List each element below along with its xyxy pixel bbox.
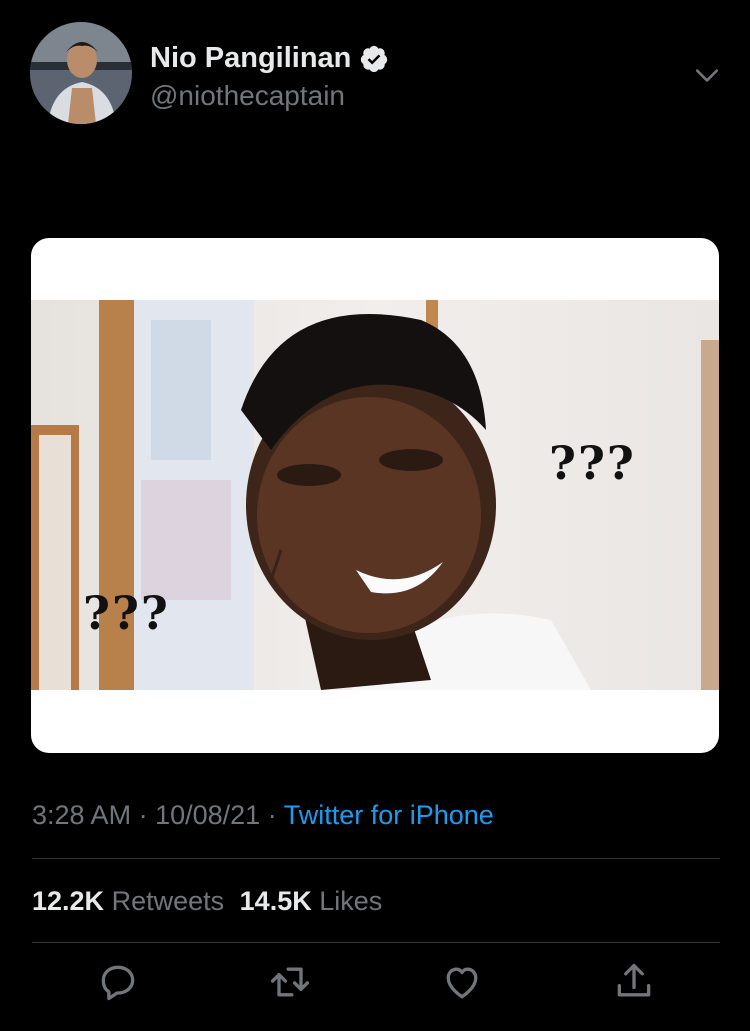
divider <box>32 942 720 943</box>
retweets-count[interactable]: 12.2K <box>32 886 104 916</box>
tweet-time: 3:28 AM <box>32 800 132 830</box>
meta-separator: · <box>138 800 148 830</box>
like-icon[interactable] <box>440 960 484 1004</box>
likes-label[interactable]: Likes <box>319 886 382 916</box>
avatar[interactable] <box>30 22 132 124</box>
name-row: Nio Pangilinan <box>150 42 389 75</box>
retweets-label[interactable]: Retweets <box>112 886 225 916</box>
share-icon[interactable] <box>612 960 656 1004</box>
tweet-source-link[interactable]: Twitter for iPhone <box>284 800 494 830</box>
divider <box>32 858 720 859</box>
tweet-actions <box>0 960 750 1010</box>
tweet-meta: 3:28 AM · 10/08/21 · Twitter for iPhone <box>32 800 494 831</box>
reply-icon[interactable] <box>96 960 140 1004</box>
tweet-media[interactable]: ??? ??? <box>31 238 719 753</box>
display-name[interactable]: Nio Pangilinan <box>150 42 351 75</box>
tweet-stats: 12.2K Retweets 14.5K Likes <box>32 886 382 917</box>
meta-separator: · <box>267 800 277 830</box>
question-marks-left: ??? <box>83 586 170 640</box>
tweet-header: Nio Pangilinan @niothecaptain <box>30 22 730 132</box>
tweet-date: 10/08/21 <box>155 800 261 830</box>
verified-badge-icon <box>361 45 388 72</box>
chevron-down-icon[interactable] <box>694 62 720 88</box>
handle[interactable]: @niothecaptain <box>150 80 345 112</box>
meme-image: ??? ??? <box>31 300 719 690</box>
likes-count[interactable]: 14.5K <box>240 886 312 916</box>
retweet-icon[interactable] <box>268 960 312 1004</box>
question-marks-right: ??? <box>549 436 636 490</box>
